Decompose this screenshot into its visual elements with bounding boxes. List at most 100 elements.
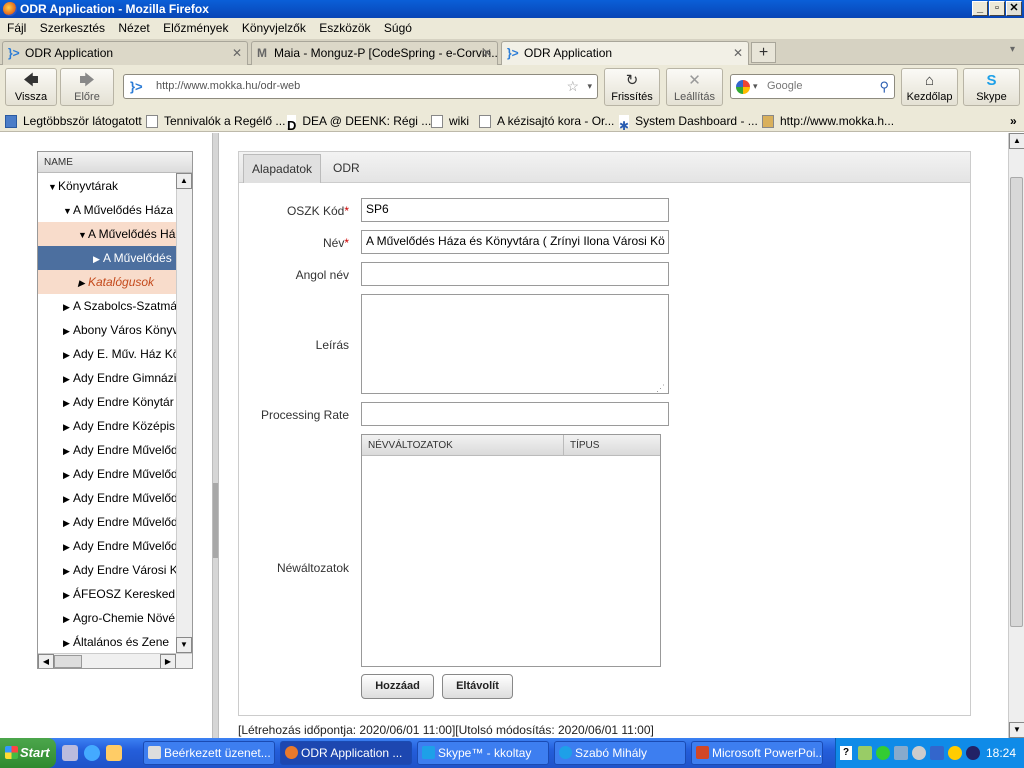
quicklaunch-ie-icon[interactable]	[84, 745, 100, 761]
menu-view[interactable]: Nézet	[118, 21, 149, 35]
bookmark-system-dashboard[interactable]: ✱ System Dashboard - ...	[619, 110, 758, 131]
tab-odr-active[interactable]: }> ODR Application ✕	[501, 41, 749, 66]
tray-status-icon[interactable]	[876, 746, 890, 760]
bookmark-star-icon[interactable]: ☆	[566, 75, 579, 98]
tree-node[interactable]: ▶ Ady E. Műv. Ház Kö	[38, 342, 176, 366]
bookmark-wiki[interactable]: wiki	[431, 110, 469, 131]
reload-button[interactable]: ↻ Frissítés	[604, 68, 660, 106]
tab-alapadatok[interactable]: Alapadatok	[243, 154, 322, 183]
expand-closed-icon[interactable]: ▶	[63, 295, 73, 318]
tray-app-icon[interactable]	[858, 746, 872, 760]
stop-button[interactable]: ✕ Leállítás	[666, 68, 723, 106]
expand-open-icon[interactable]: ▼	[78, 223, 88, 246]
minimize-button[interactable]: _	[972, 1, 988, 16]
tab-close-icon[interactable]: ✕	[482, 42, 492, 64]
skype-button[interactable]: S Skype	[963, 68, 1020, 106]
tree-node[interactable]: ▶ Ady Endre Művelőd	[38, 510, 176, 534]
expand-closed-icon[interactable]: ▶	[63, 343, 73, 366]
bookmark-tennivalok[interactable]: Tennivalók a Regélő ...	[146, 110, 285, 131]
task-chat[interactable]: Szabó Mihály	[554, 741, 686, 765]
tree-node-selected[interactable]: ▶ A Művelődés	[38, 246, 176, 270]
expand-closed-icon[interactable]: ▶	[63, 319, 73, 342]
menu-help[interactable]: Súgó	[384, 21, 412, 35]
tree-node[interactable]: ▼A Művelődés Há	[38, 222, 176, 246]
tree-node[interactable]: ▶ Ady Endre Művelőd	[38, 534, 176, 558]
description-textarea[interactable]: ⋰	[361, 294, 669, 394]
tree-node[interactable]: ▶ Ady Endre Művelőd	[38, 486, 176, 510]
url-bar[interactable]: }> http://www.mokka.hu/odr-web ☆ ▾	[123, 74, 598, 99]
tray-monitor-icon[interactable]	[930, 746, 944, 760]
add-button[interactable]: Hozzáad	[361, 674, 434, 699]
tree-node-catalogs[interactable]: ▶ Katalógusok	[38, 270, 176, 294]
tab-odr[interactable]: ODR	[325, 154, 368, 183]
scroll-right-icon[interactable]: ▶	[160, 654, 176, 668]
bookmarks-overflow-chevron-icon[interactable]: »	[1010, 110, 1017, 131]
close-window-button[interactable]: ✕	[1006, 1, 1022, 16]
scroll-down-icon[interactable]: ▼	[176, 637, 192, 653]
menu-tools[interactable]: Eszközök	[319, 21, 370, 35]
expand-closed-icon[interactable]: ▶	[63, 439, 73, 462]
search-icon[interactable]: ⚲	[879, 75, 889, 98]
tree-node[interactable]: ▶ Ady Endre Középis	[38, 414, 176, 438]
expand-closed-icon[interactable]: ▶	[63, 463, 73, 486]
expand-closed-icon[interactable]: ▶	[63, 391, 73, 414]
expand-closed-icon[interactable]: ▶	[63, 367, 73, 390]
tree-node[interactable]: ▶ Ady Endre Könytár	[38, 390, 176, 414]
clock[interactable]: 18:24	[986, 746, 1016, 760]
tab-close-icon[interactable]: ✕	[733, 42, 743, 64]
resize-grip-icon[interactable]: ⋰	[656, 383, 665, 393]
tree-node[interactable]: ▶ Agro-Chemie Növé	[38, 606, 176, 630]
scroll-up-icon[interactable]: ▲	[176, 173, 192, 189]
processing-rate-field[interactable]	[361, 402, 669, 426]
remove-button[interactable]: Eltávolít	[442, 674, 513, 699]
name-field[interactable]: A Művelődés Háza és Könyvtára ( Zrínyi I…	[361, 230, 669, 254]
home-button[interactable]: ⌂ Kezdőlap	[901, 68, 958, 106]
start-button[interactable]: Start	[0, 738, 56, 768]
tree-node[interactable]: ▶ ÁFEOSZ Keresked	[38, 582, 176, 606]
tree-node[interactable]: ▶ Ady Endre Művelőd	[38, 462, 176, 486]
tree-node[interactable]: ▶ Általános és Zene	[38, 630, 176, 654]
expand-closed-icon[interactable]: ▶	[63, 487, 73, 510]
page-scroll-thumb[interactable]	[1010, 177, 1023, 627]
oszk-code-field[interactable]: SP6	[361, 198, 669, 222]
help-icon[interactable]: ?	[840, 746, 852, 760]
expand-closed-icon[interactable]: ▶	[63, 559, 73, 582]
search-input[interactable]: ▾ Google ⚲	[730, 74, 895, 99]
bookmark-most-visited[interactable]: Legtöbbször látogatott	[5, 110, 142, 131]
tree-node[interactable]: ▶ A Szabolcs-Szatmá	[38, 294, 176, 318]
name-variants-grid[interactable]: NÉVVÁLTOZATOK TÍPUS	[361, 434, 661, 667]
forward-button[interactable]: 🡆 Előre	[60, 68, 114, 106]
tray-volume-icon[interactable]	[912, 746, 926, 760]
tree-node[interactable]: ▼A Művelődés Háza	[38, 198, 176, 222]
expand-closed-icon[interactable]: ▶	[63, 583, 73, 606]
page-scrollbar[interactable]: ▲ ▼	[1008, 133, 1024, 738]
tree-node[interactable]: ▶ Ady Endre Gimnázi	[38, 366, 176, 390]
bookmark-dea[interactable]: D DEA @ DEENK: Régi ...	[287, 110, 431, 131]
maximize-button[interactable]: ▫	[989, 1, 1005, 16]
column-name-variants[interactable]: NÉVVÁLTOZATOK	[368, 435, 453, 456]
tray-misc-icon[interactable]	[966, 746, 980, 760]
tree-header[interactable]: NAME	[38, 152, 192, 173]
english-name-field[interactable]	[361, 262, 669, 286]
tree-node[interactable]: ▶ Abony Város Könyv	[38, 318, 176, 342]
expand-closed-icon[interactable]: ▶	[63, 631, 73, 654]
tab-odr-1[interactable]: }> ODR Application ✕	[2, 41, 248, 65]
expand-closed-icon[interactable]: ▶	[93, 247, 103, 270]
expand-closed-icon[interactable]: ▶	[78, 271, 88, 294]
expand-open-icon[interactable]: ▼	[63, 199, 73, 222]
quicklaunch-desktop-icon[interactable]	[62, 745, 78, 761]
tray-security-icon[interactable]	[948, 746, 962, 760]
bookmark-mokka[interactable]: http://www.mokka.h...	[762, 110, 894, 131]
engine-dropdown-icon[interactable]: ▾	[753, 75, 758, 98]
menu-bookmarks[interactable]: Könyvjelzők	[242, 21, 306, 35]
task-powerpoint[interactable]: Microsoft PowerPoi...	[691, 741, 823, 765]
bookmark-kezisajto[interactable]: A kézisajtó kora - Or...	[479, 110, 614, 131]
splitter[interactable]	[212, 133, 219, 738]
task-skype[interactable]: Skype™ - kkoltay	[417, 741, 549, 765]
scroll-thumb[interactable]	[54, 655, 82, 668]
menu-history[interactable]: Előzmények	[163, 21, 228, 35]
url-dropdown-icon[interactable]: ▾	[587, 75, 592, 98]
menu-edit[interactable]: Szerkesztés	[40, 21, 105, 35]
back-button[interactable]: 🡄 Vissza	[5, 68, 57, 106]
expand-closed-icon[interactable]: ▶	[63, 535, 73, 558]
